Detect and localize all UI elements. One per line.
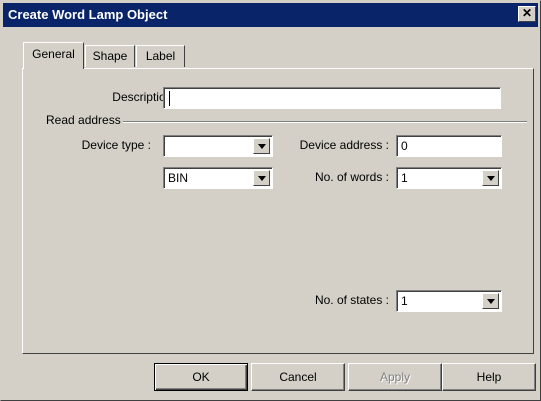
device-address-value: 0 [401,139,408,153]
device-type-label: Device type : [81,138,151,152]
text-caret [169,91,170,106]
tab-label-label: Label [145,49,176,63]
read-address-divider [123,121,527,123]
cancel-button-label: Cancel [279,370,317,384]
chevron-down-icon[interactable] [253,138,270,154]
chevron-down-icon[interactable] [482,293,499,309]
help-button[interactable]: Help [442,363,536,391]
num-words-dropdown[interactable]: 1 [396,167,502,189]
description-label: Description : [112,90,179,104]
general-tab-panel: Description : Read address Device type :… [22,68,534,354]
description-input[interactable] [163,87,501,109]
tab-general-label: General [32,47,75,61]
close-icon: ✕ [521,6,533,20]
cancel-button[interactable]: Cancel [251,363,345,391]
close-button[interactable]: ✕ [518,6,536,22]
tab-shape-label: Shape [92,49,128,63]
num-states-value: 1 [401,294,408,308]
chevron-down-icon[interactable] [253,170,270,186]
dialog-window: Create Word Lamp Object ✕ General Shape … [0,0,541,401]
num-words-label: No. of words : [314,170,389,184]
tab-shape[interactable]: Shape [85,45,135,67]
read-address-group-label: Read address [46,113,121,127]
dialog-title: Create Word Lamp Object [8,7,168,22]
title-bar[interactable]: Create Word Lamp Object ✕ [3,3,538,27]
num-states-dropdown[interactable]: 1 [396,290,502,312]
tab-general[interactable]: General [23,42,84,69]
apply-button-label: Apply [379,370,411,384]
device-address-label: Device address : [299,138,389,152]
device-address-input[interactable]: 0 [396,135,502,157]
ok-button[interactable]: OK [154,363,248,391]
chevron-down-icon[interactable] [482,170,499,186]
tab-label[interactable]: Label [136,45,185,67]
data-format-value: BIN [168,171,189,185]
device-type-dropdown[interactable] [163,135,273,157]
data-format-dropdown[interactable]: BIN [163,167,273,189]
help-button-label: Help [476,370,502,384]
apply-button[interactable]: Apply [348,363,442,391]
num-words-value: 1 [401,171,408,185]
ok-button-label: OK [192,370,210,384]
num-states-label: No. of states : [314,293,389,307]
